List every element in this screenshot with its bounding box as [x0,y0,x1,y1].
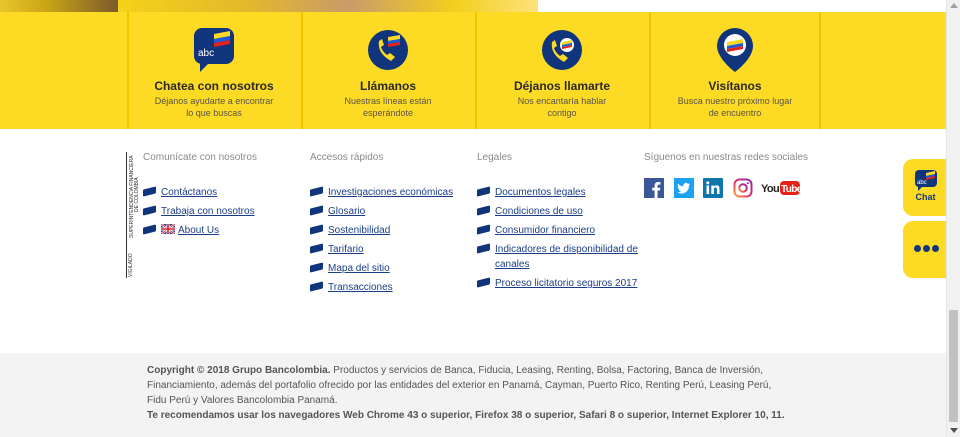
ellipsis-icon [914,245,939,253]
list-item: Mapa del sitio [310,261,453,276]
footer-column-legal: Legales Documentos legales Condiciones d… [477,152,642,295]
list-item: Trabaja con nosotros [143,204,257,219]
card-bullet-icon [477,224,490,235]
footer-column-heading: Comunícate con nosotros [143,152,257,163]
link-consumidor-financiero[interactable]: Consumidor financiero [495,225,595,236]
contact-title: Chatea con nosotros [154,79,274,93]
card-bullet-icon [477,205,490,216]
card-bullet-icon [477,243,490,254]
contact-chat-card[interactable]: abc Chatea con nosotros Déjanos ayudarte… [127,12,299,129]
linkedin-icon[interactable] [703,178,723,198]
contact-subtitle: Nos encantaría hablar contigo [517,96,607,118]
list-item: Glosario [310,204,453,219]
list-item: Transacciones [310,280,453,295]
link-documentos-legales[interactable]: Documentos legales [495,187,586,198]
twitter-icon[interactable] [674,178,694,198]
footer-column-contact: Comunícate con nosotros Contáctanos Trab… [143,152,257,242]
list-item: Consumidor financiero [477,223,642,238]
contact-call-card[interactable]: Llámanos Nuestras líneas están esperándo… [301,12,473,129]
vertical-scrollbar[interactable] [946,0,960,437]
card-bullet-icon [143,186,156,197]
link-glosario[interactable]: Glosario [328,206,365,217]
chat-label: Chat [915,192,936,202]
svg-text:You: You [761,183,779,195]
card-bullet-icon [143,205,156,216]
vigilado-superfinanciera-mark: VIGILADO SUPERINTENDENCIA FINANCIERA DE … [126,152,140,278]
callback-phone-icon [542,30,582,70]
map-pin-icon [717,28,753,72]
list-item: About Us [143,223,257,238]
list-item: Sostenibilidad [310,223,453,238]
contact-visit-card[interactable]: Visítanos Busca nuestro próximo lugar de… [649,12,821,129]
svg-text:abc: abc [917,180,927,186]
footer-column-heading: Accesos rápidos [310,152,384,163]
list-item: Condiciones de uso [477,204,642,219]
link-investigaciones[interactable]: Investigaciones económicas [328,187,453,198]
facebook-icon[interactable] [644,178,664,198]
uk-flag-icon [161,224,175,234]
card-bullet-icon [310,224,323,235]
link-condiciones-de-uso[interactable]: Condiciones de uso [495,206,583,217]
social-networks: Síguenos en nuestras redes sociales You … [644,152,808,198]
card-bullet-icon [477,186,490,197]
copyright-bold: Copyright © 2018 Grupo Bancolombia. [147,365,331,376]
copyright-section: Copyright © 2018 Grupo Bancolombia. Prod… [0,353,946,437]
phone-icon [368,30,408,70]
social-heading: Síguenos en nuestras redes sociales [644,152,808,163]
card-bullet-icon [310,262,323,273]
link-mapa-del-sitio[interactable]: Mapa del sitio [328,263,390,274]
chat-floating-button[interactable]: abc Chat [903,159,948,216]
contact-subtitle: Busca nuestro próximo lugar de encuentro [677,96,793,118]
list-item: Investigaciones económicas [310,185,453,200]
card-bullet-icon [310,243,323,254]
contact-title: Visítanos [708,79,762,93]
scrollbar-thumb[interactable] [949,310,958,422]
card-bullet-icon [310,281,323,292]
card-bullet-icon [143,224,156,235]
contact-subtitle: Déjanos ayudarte a encontrar lo que busc… [154,96,274,118]
scroll-down-arrow-icon[interactable] [950,428,958,433]
footer-column-quick-access: Accesos rápidos Investigaciones económic… [310,152,453,299]
link-proceso-licitatorio[interactable]: Proceso licitatorio seguros 2017 [495,278,637,289]
link-indicadores-disponibilidad[interactable]: Indicadores de disponibilidad de canales [495,244,638,270]
list-item: Indicadores de disponibilidad de canales [477,242,642,272]
link-contactanos[interactable]: Contáctanos [161,187,217,198]
list-item: Proceso licitatorio seguros 2017 [477,276,642,291]
more-options-button[interactable] [903,221,948,278]
contact-title: Llámanos [359,79,416,93]
list-item: Contáctanos [143,185,257,200]
list-item: Documentos legales [477,185,642,200]
card-bullet-icon [310,205,323,216]
link-tarifario[interactable]: Tarifario [328,244,364,255]
list-item: Tarifario [310,242,453,257]
contact-options-band: abc Chatea con nosotros Déjanos ayudarte… [0,12,946,129]
link-about-us[interactable]: About Us [178,225,219,236]
contact-subtitle: Nuestras líneas están esperándote [344,96,432,118]
contact-title: Déjanos llamarte [513,79,611,93]
chat-abc-icon: abc [194,28,234,72]
link-transacciones[interactable]: Transacciones [328,282,393,293]
youtube-icon[interactable]: You Tube [761,178,801,198]
hero-image-strip [0,0,946,12]
instagram-icon[interactable] [733,178,753,198]
copyright-text: Copyright © 2018 Grupo Bancolombia. Prod… [147,363,787,423]
link-trabaja-con-nosotros[interactable]: Trabaja con nosotros [161,206,255,217]
browser-recommendation: Te recomendamos usar los navegadores Web… [147,410,785,421]
svg-text:Tube: Tube [781,184,801,195]
contact-callback-card[interactable]: Déjanos llamarte Nos encantaría hablar c… [475,12,647,129]
svg-text:abc: abc [198,48,214,59]
link-sostenibilidad[interactable]: Sostenibilidad [328,225,390,236]
footer-column-heading: Legales [477,152,513,163]
card-bullet-icon [477,277,490,288]
chat-abc-icon: abc [914,170,937,191]
card-bullet-icon [310,186,323,197]
scroll-up-arrow-icon[interactable] [950,3,958,8]
